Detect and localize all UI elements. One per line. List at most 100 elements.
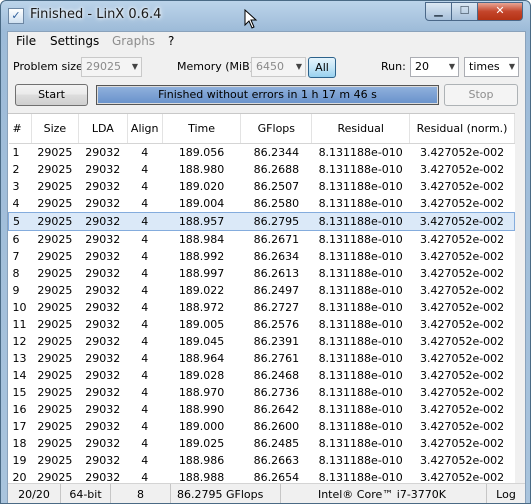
- table-cell: 4: [141, 420, 149, 433]
- client-area: File Settings Graphs ? Problem size: 290…: [7, 31, 526, 503]
- table-cell: 8.131188e-010: [318, 284, 403, 297]
- table-cell: 4: [141, 163, 149, 176]
- table-cell: 8.131188e-010: [318, 233, 403, 246]
- table-row[interactable]: 2 29025 29032 4 188.980 86.2688 8.131188e-010 3…: [9, 161, 515, 178]
- table-cell: 188.997: [178, 267, 225, 280]
- maximize-button[interactable]: ☐: [451, 2, 478, 21]
- vertical-scrollbar[interactable]: [515, 113, 525, 483]
- table-cell: 8.131188e-010: [318, 437, 403, 450]
- memory-combo[interactable]: 6450 ▼: [251, 57, 306, 77]
- column-header[interactable]: LDA: [78, 114, 128, 144]
- table-row[interactable]: 3 29025 29032 4 189.020 86.2507 8.131188e-010 3…: [9, 178, 515, 195]
- table-row[interactable]: 9 29025 29032 4 189.022 86.2497 8.131188e-010 3…: [9, 282, 515, 299]
- table-row[interactable]: 12 29025 29032 4 189.045 86.2391 8.131188e-010…: [9, 333, 515, 350]
- table-cell: 188.990: [178, 403, 225, 416]
- table-cell: 8.131188e-010: [318, 471, 403, 484]
- table-row[interactable]: 19 29025 29032 4 188.986 86.2663 8.131188e-010…: [9, 452, 515, 469]
- title-bar[interactable]: ✓ Finished - LinX 0.6.4 ▁ ☐ ✕: [1, 1, 530, 31]
- run-count-combo[interactable]: 20 ▼: [410, 57, 459, 77]
- table-row[interactable]: 5 29025 29032 4 188.957 86.2795 8.131188e-010 3…: [8, 212, 515, 231]
- column-header[interactable]: Residual: [311, 114, 411, 144]
- table-cell: 86.2727: [253, 301, 300, 314]
- chevron-down-icon: ▼: [295, 62, 302, 71]
- stop-button[interactable]: Stop: [444, 84, 518, 106]
- table-cell: 4: [141, 197, 149, 210]
- table-cell: 3.427052e-002: [409, 212, 515, 231]
- menu-help[interactable]: ?: [168, 34, 174, 48]
- table-cell: 4: [141, 403, 149, 416]
- table-cell: 189.028: [178, 369, 225, 382]
- problem-size-combo[interactable]: 29025 ▼: [81, 57, 142, 77]
- table-cell: 6: [12, 233, 20, 246]
- table-cell: 86.2688: [253, 163, 300, 176]
- menu-settings[interactable]: Settings: [50, 34, 99, 48]
- table-cell: 8.131188e-010: [318, 267, 403, 280]
- table-cell: 29025: [37, 180, 73, 193]
- table-row[interactable]: 4 29025 29032 4 189.004 86.2580 8.131188e-010 3…: [9, 195, 515, 213]
- table-cell: 4: [141, 233, 149, 246]
- table-header-row: # Size LDA Align Time GFlops Residual Residual …: [8, 114, 515, 144]
- table-cell: 4: [141, 386, 149, 399]
- table-cell: 3.427052e-002: [419, 471, 505, 484]
- table-cell: 11: [12, 318, 27, 331]
- table-cell: 29032: [85, 301, 121, 314]
- table-cell: 29032: [85, 386, 121, 399]
- start-button[interactable]: Start: [15, 84, 88, 106]
- table-row[interactable]: 13 29025 29032 4 188.964 86.2761 8.131188e-010…: [9, 350, 515, 367]
- table-cell: 3.427052e-002: [419, 318, 505, 331]
- table-cell: 86.2391: [253, 335, 300, 348]
- menu-file[interactable]: File: [16, 34, 36, 48]
- table-cell: 86.2663: [253, 454, 300, 467]
- table-cell: 3.427052e-002: [419, 146, 505, 159]
- minimize-button[interactable]: ▁: [425, 2, 452, 21]
- table-row[interactable]: 1 29025 29032 4 189.056 86.2344 8.131188e-010 3…: [9, 144, 515, 162]
- minimize-icon: ▁: [434, 4, 443, 17]
- table-cell: 29025: [37, 437, 73, 450]
- table-cell: 188.970: [178, 386, 225, 399]
- table-cell: 188.988: [178, 471, 225, 484]
- table-cell: 3.427052e-002: [419, 197, 505, 210]
- table-row[interactable]: 20 29025 29032 4 188.988 86.2654 8.131188e-010…: [9, 469, 515, 484]
- table-row[interactable]: 8 29025 29032 4 188.997 86.2613 8.131188e-010 3…: [9, 265, 515, 282]
- log-button[interactable]: Log ›: [487, 484, 525, 503]
- app-icon[interactable]: ✓: [8, 8, 24, 24]
- table-cell: 86.2642: [253, 403, 300, 416]
- table-row[interactable]: 10 29025 29032 4 188.972 86.2727 8.131188e-010…: [9, 299, 515, 316]
- table-cell: 8.131188e-010: [318, 146, 403, 159]
- run-unit-combo[interactable]: times ▼: [464, 57, 519, 77]
- table-cell: 29025: [37, 454, 73, 467]
- menu-graphs[interactable]: Graphs: [112, 34, 155, 48]
- close-button[interactable]: ✕: [477, 2, 523, 21]
- column-header[interactable]: Residual (norm.): [409, 114, 515, 144]
- all-memory-toggle[interactable]: All: [308, 57, 336, 78]
- table-cell: 3.427052e-002: [419, 369, 505, 382]
- column-header[interactable]: #: [8, 114, 32, 144]
- table-cell: 3.427052e-002: [419, 335, 505, 348]
- progress-bar: Finished without errors in 1 h 17 m 46 s: [96, 85, 439, 105]
- table-cell: 188.964: [178, 352, 225, 365]
- table-row[interactable]: 11 29025 29032 4 189.005 86.2576 8.131188e-010…: [9, 316, 515, 333]
- table-cell: 8.131188e-010: [318, 454, 403, 467]
- table-row[interactable]: 6 29025 29032 4 188.984 86.2671 8.131188e-010 3…: [9, 231, 515, 249]
- table-cell: 29025: [37, 318, 73, 331]
- table-cell: 188.972: [178, 301, 225, 314]
- table-cell: 189.056: [178, 146, 225, 159]
- maximize-icon: ☐: [459, 4, 470, 17]
- column-header[interactable]: Time: [162, 114, 242, 144]
- table-cell: 8.131188e-010: [318, 386, 403, 399]
- table-cell: 4: [12, 197, 20, 210]
- close-icon: ✕: [495, 4, 505, 17]
- problem-size-value: 29025: [86, 60, 121, 73]
- table-row[interactable]: 14 29025 29032 4 189.028 86.2468 8.131188e-010…: [9, 367, 515, 384]
- column-header[interactable]: Size: [31, 114, 79, 144]
- table-row[interactable]: 15 29025 29032 4 188.970 86.2736 8.131188e-010…: [9, 384, 515, 401]
- table-cell: 3.427052e-002: [419, 250, 505, 263]
- table-row[interactable]: 17 29025 29032 4 189.000 86.2600 8.131188e-010…: [9, 418, 515, 435]
- column-header[interactable]: GFlops: [240, 114, 313, 144]
- table-cell: 3.427052e-002: [419, 163, 505, 176]
- table-row[interactable]: 18 29025 29032 4 189.025 86.2485 8.131188e-010…: [9, 435, 515, 452]
- table-row[interactable]: 7 29025 29032 4 188.992 86.2634 8.131188e-010 3…: [9, 248, 515, 265]
- column-header[interactable]: Align: [127, 114, 163, 144]
- table-row[interactable]: 16 29025 29032 4 188.990 86.2642 8.131188e-010…: [9, 401, 515, 418]
- mouse-cursor-icon: [244, 9, 258, 29]
